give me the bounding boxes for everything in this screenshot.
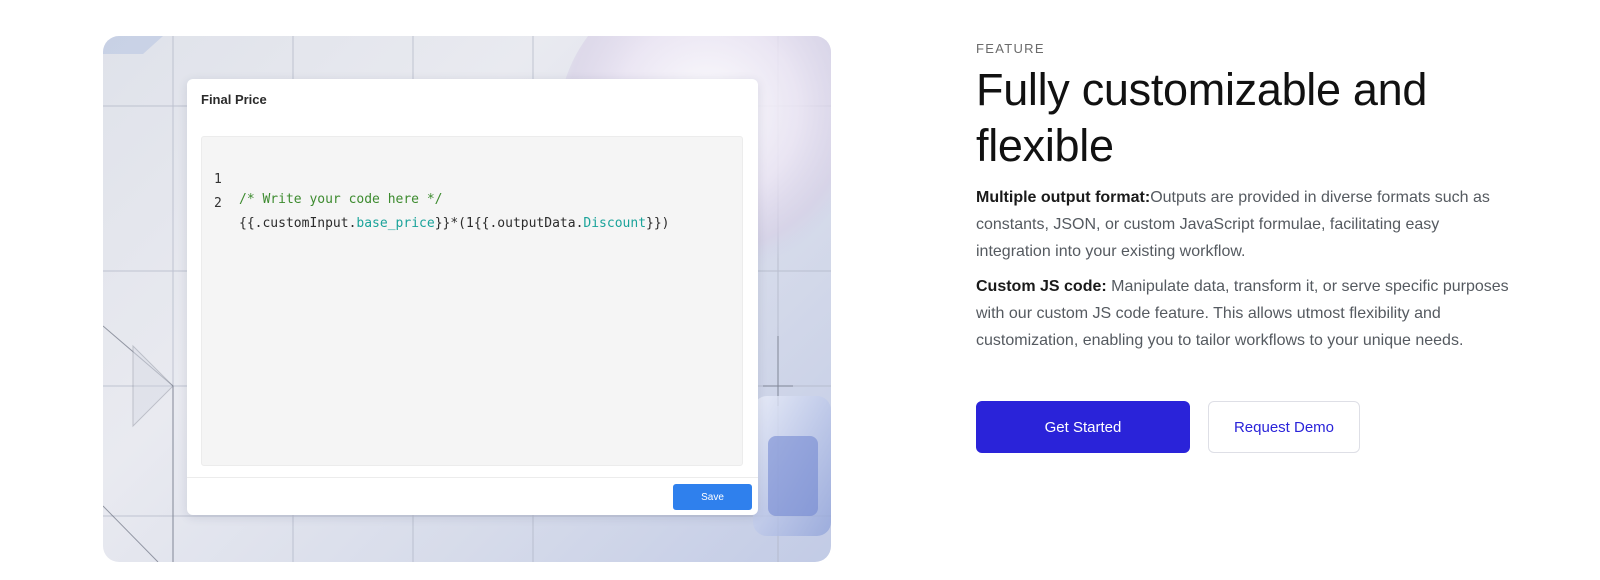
get-started-button[interactable]: Get Started bbox=[976, 401, 1190, 453]
feature-paragraph: Custom JS code: Manipulate data, transfo… bbox=[976, 273, 1516, 354]
line-number: 2 bbox=[214, 196, 222, 211]
code-editor-dialog: Final Price 1 /* Write your code here */… bbox=[187, 79, 758, 515]
code-line: 1 /* Write your code here */ bbox=[202, 150, 443, 207]
code-expression: {{.customInput.base_price}}*(1{{.outputD… bbox=[239, 214, 670, 234]
code-token: }}*(1{{.outputData. bbox=[434, 216, 584, 231]
code-token: }}) bbox=[646, 216, 670, 231]
save-button[interactable]: Save bbox=[673, 484, 752, 510]
paragraph-label: Custom JS code: bbox=[976, 278, 1107, 295]
paragraph-label: Multiple output format: bbox=[976, 189, 1151, 206]
feature-paragraph: Multiple output format:Outputs are provi… bbox=[976, 184, 1516, 265]
code-token: {{.customInput. bbox=[239, 216, 357, 231]
code-comment: /* Write your code here */ bbox=[239, 192, 443, 207]
feature-eyebrow: FEATURE bbox=[976, 41, 1045, 56]
code-editor[interactable]: 1 /* Write your code here */ 2 {{.custom… bbox=[201, 136, 743, 466]
editor-title: Final Price bbox=[201, 92, 267, 107]
feature-headline: Fully customizable and flexible bbox=[976, 64, 1428, 171]
code-line: 2 {{.customInput.base_price}}*(1{{.outpu… bbox=[202, 174, 670, 231]
code-token-property: base_price bbox=[356, 216, 435, 231]
request-demo-button[interactable]: Request Demo bbox=[1208, 401, 1360, 453]
code-token-property: Discount bbox=[583, 216, 647, 231]
editor-footer-divider bbox=[187, 477, 758, 478]
feature-illustration: Final Price 1 /* Write your code here */… bbox=[103, 36, 831, 562]
